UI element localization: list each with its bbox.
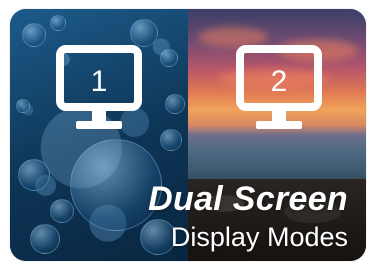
- banner-title: Dual Screen: [148, 180, 348, 218]
- monitor-1-number: 1: [90, 65, 108, 98]
- monitor-2-number: 2: [270, 65, 288, 98]
- monitor-2: 2: [236, 45, 322, 135]
- monitor-1: 1: [56, 45, 142, 135]
- banner-subtitle: Display Modes: [170, 222, 348, 252]
- dual-screen-banner: 1 2 Dual Screen Display Modes: [10, 9, 366, 261]
